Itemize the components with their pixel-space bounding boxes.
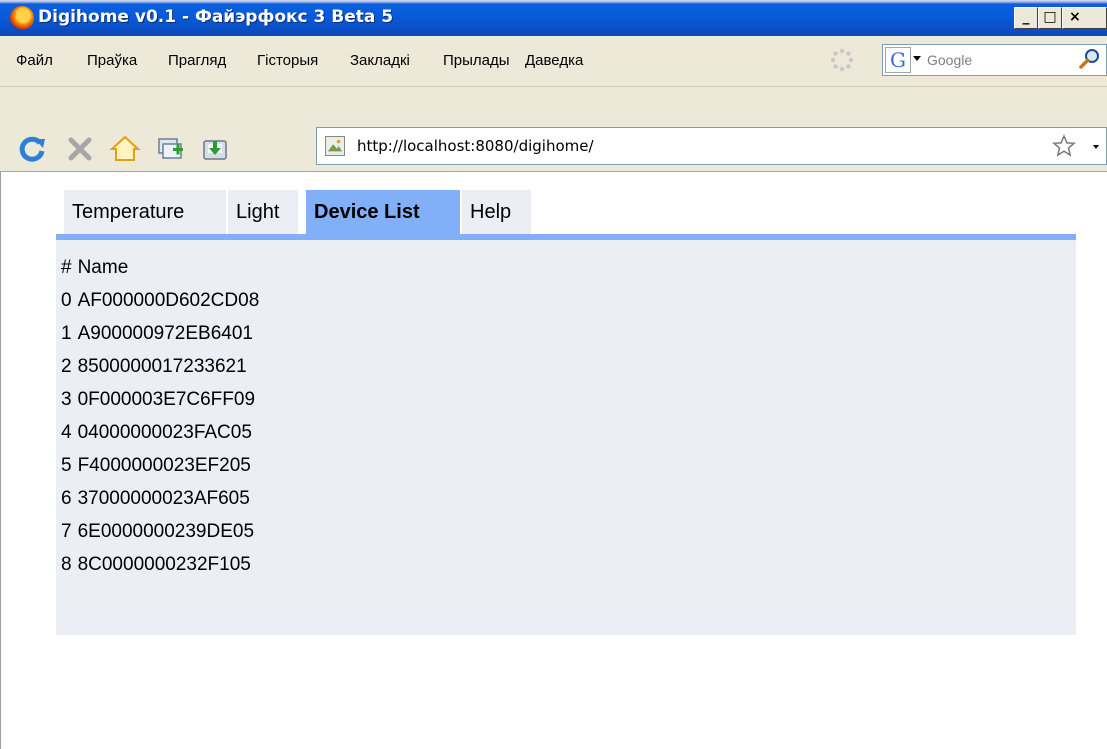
device-num: 1 xyxy=(61,323,72,344)
device-name: 6E0000000239DE05 xyxy=(77,521,255,542)
page-content: Temperature Light Device List Help # Name… xyxy=(0,172,1107,749)
table-row: 5 F4000000023EF205 xyxy=(61,452,251,480)
device-num: 7 xyxy=(61,521,72,542)
close-button[interactable]: × xyxy=(1062,7,1107,29)
stop-icon[interactable] xyxy=(64,133,96,165)
header-name: Name xyxy=(77,257,129,278)
table-row: 4 04000000023FAC05 xyxy=(61,419,252,447)
table-row: 7 6E0000000239DE05 xyxy=(61,518,254,546)
menu-help[interactable]: Даведка xyxy=(525,52,583,69)
url-history-dropdown-icon[interactable] xyxy=(1093,145,1099,149)
tab-temperature[interactable]: Temperature xyxy=(64,190,226,234)
menu-file[interactable]: Файл xyxy=(16,52,53,69)
table-row: 3 0F000003E7C6FF09 xyxy=(61,386,255,414)
device-name: F4000000023EF205 xyxy=(77,455,251,476)
header-num: # xyxy=(61,257,72,278)
window-left-edge xyxy=(0,172,1,749)
menu-bookmarks[interactable]: Закладкі xyxy=(350,52,410,69)
menu-view[interactable]: Прагляд xyxy=(168,52,226,69)
page-favicon-icon xyxy=(325,136,345,156)
device-name: A900000972EB6401 xyxy=(77,323,253,344)
menu-edit[interactable]: Праўка xyxy=(87,52,137,69)
device-num: 2 xyxy=(61,356,72,377)
menu-bar: Файл Праўка Прагляд Гісторыя Закладкі Пр… xyxy=(0,36,1107,87)
table-row: 0 AF000000D602CD08 xyxy=(61,287,259,315)
device-num: 8 xyxy=(61,554,72,575)
device-name: AF000000D602CD08 xyxy=(77,290,260,311)
url-bar[interactable]: http://localhost:8080/digihome/ xyxy=(316,127,1107,165)
url-text[interactable]: http://localhost:8080/digihome/ xyxy=(357,137,594,155)
throbber-icon xyxy=(830,48,854,72)
table-header: # Name xyxy=(61,254,128,282)
device-num: 6 xyxy=(61,488,72,509)
window-title-bar[interactable]: Digihome v0.1 - Файэрфокс 3 Beta 5 _ □ × xyxy=(0,0,1107,36)
minimize-button[interactable]: _ xyxy=(1014,7,1038,29)
reload-icon[interactable] xyxy=(16,133,48,165)
firefox-icon xyxy=(10,6,34,30)
tab-help[interactable]: Help xyxy=(462,190,531,234)
device-name: 8C0000000232F105 xyxy=(77,554,251,575)
device-name: 0F000003E7C6FF09 xyxy=(77,389,256,410)
device-name: 8500000017233621 xyxy=(77,356,247,377)
device-num: 5 xyxy=(61,455,72,476)
search-box[interactable]: G Google xyxy=(882,44,1107,76)
tab-light[interactable]: Light xyxy=(228,190,298,234)
download-icon[interactable] xyxy=(199,133,231,165)
device-num: 0 xyxy=(61,290,72,311)
device-num: 4 xyxy=(61,422,72,443)
table-row: 1 A900000972EB6401 xyxy=(61,320,253,348)
device-name: 37000000023AF605 xyxy=(77,488,250,509)
menu-tools[interactable]: Прылады xyxy=(443,52,510,69)
search-icon[interactable] xyxy=(1078,47,1102,71)
tab-device-list[interactable]: Device List xyxy=(306,190,460,234)
table-row: 8 8C0000000232F105 xyxy=(61,551,251,579)
device-list-panel: # Name 0 AF000000D602CD08 1 A900000972EB640… xyxy=(56,240,1076,635)
new-tab-icon[interactable] xyxy=(154,133,186,165)
menu-history[interactable]: Гісторыя xyxy=(257,52,318,69)
device-name: 04000000023FAC05 xyxy=(77,422,252,443)
device-num: 3 xyxy=(61,389,72,410)
table-row: 2 8500000017233621 xyxy=(61,353,247,381)
google-engine-icon[interactable]: G xyxy=(885,47,911,73)
window-title: Digihome v0.1 - Файэрфокс 3 Beta 5 xyxy=(38,7,394,27)
bookmark-star-icon[interactable] xyxy=(1052,134,1076,158)
chevron-down-icon[interactable] xyxy=(913,56,921,61)
search-input[interactable]: Google xyxy=(927,52,972,68)
maximize-button[interactable]: □ xyxy=(1038,7,1062,29)
table-row: 6 37000000023AF605 xyxy=(61,485,250,513)
home-icon[interactable] xyxy=(109,133,141,165)
navigation-toolbar: http://localhost:8080/digihome/ xyxy=(0,87,1107,172)
